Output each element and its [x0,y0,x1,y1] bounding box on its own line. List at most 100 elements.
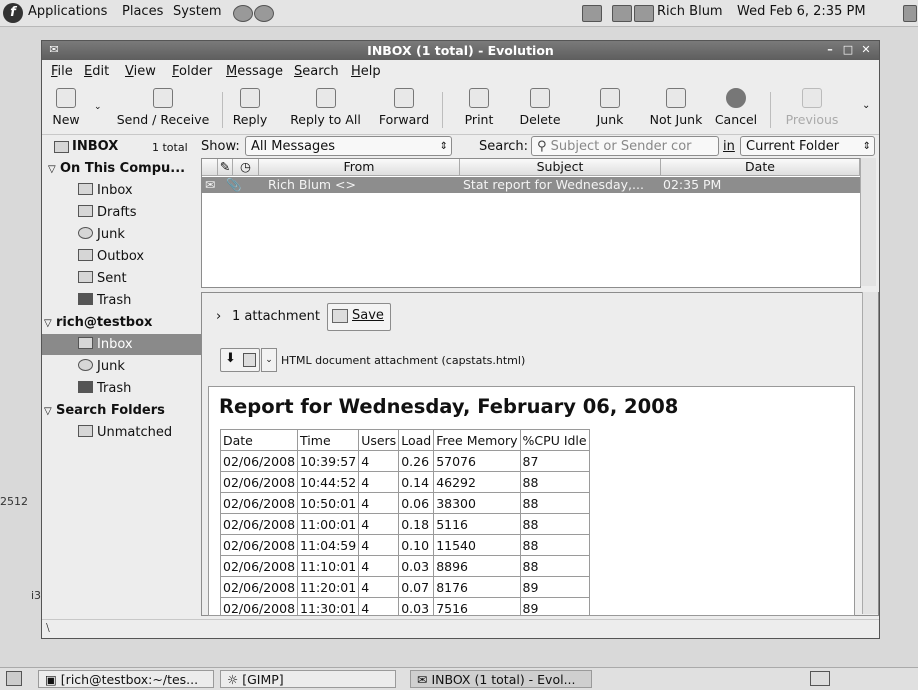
menu-search[interactable]: Search [294,64,339,79]
read-status-icon[interactable]: ✉ [205,177,215,193]
preview-pane: › 1 attachment Save ⬇ ⌄ HTML document at… [201,292,879,616]
gimp-icon: ☼ [227,672,239,687]
previous-button[interactable]: Previous [782,88,842,132]
menu-file[interactable]: File [51,64,73,79]
clock[interactable]: Wed Feb 6, 2:35 PM [737,4,866,19]
show-desktop-icon[interactable] [6,671,22,686]
forward-button[interactable]: Forward [374,88,434,132]
search-binoculars-icon[interactable]: ⚲ [537,139,547,154]
subject-column-header[interactable]: Subject [460,159,661,176]
title-bar[interactable]: ✉ INBOX (1 total) - Evolution – □ ✕ [42,41,879,60]
table-cell: 0.07 [398,576,435,598]
table-cell: 10:50:01 [297,492,360,514]
menu-edit[interactable]: Edit [84,64,109,79]
table-cell: 88 [519,555,590,577]
table-cell: 0.06 [398,492,435,514]
table-cell: 11:10:01 [297,555,360,577]
save-attachment-button[interactable]: Save [327,303,391,331]
table-header-cell: Free Memory [433,429,521,451]
folder-group-search-folders[interactable]: ▽ Search Folders [42,400,196,421]
reply-all-icon [315,88,336,108]
message-row[interactable]: ✉ 📎 Rich Blum <> Stat report for Wednesd… [202,177,860,193]
collapse-triangle-icon[interactable]: ▽ [48,159,60,180]
user-name[interactable]: Rich Blum [657,4,723,19]
menu-view[interactable]: View [125,64,156,79]
table-cell: 4 [358,597,400,615]
system-menu[interactable]: System [173,4,221,19]
menu-help[interactable]: Help [351,64,381,79]
inbox-icon [78,337,93,349]
attachment-column-header[interactable]: ✎ [218,159,233,176]
message-list-scrollbar[interactable] [860,158,876,286]
network-icon[interactable] [612,5,632,22]
menu-message[interactable]: Message [226,64,283,79]
taskbar-item-evolution[interactable]: ✉ INBOX (1 total) - Evol... [410,670,592,688]
not-junk-button[interactable]: Not Junk [646,88,706,132]
reply-button[interactable]: Reply [230,88,270,132]
close-icon[interactable]: ✕ [858,43,874,57]
document-icon [243,353,256,367]
new-button[interactable]: New [46,88,86,132]
table-cell: 02/06/2008 [219,534,299,556]
folder-group-rich-testbox[interactable]: ▽ rich@testbox [42,312,196,333]
show-label: Show: [201,139,240,154]
search-scope-select[interactable]: Current Folder ⇕ [740,136,875,156]
table-cell: 46292 [433,471,521,493]
menu-folder[interactable]: Folder [172,64,212,79]
toolbar-overflow-icon[interactable]: ⌄ [862,100,870,111]
window-title: INBOX (1 total) - Evolution [367,43,554,58]
date-column-header[interactable]: Date [661,159,860,176]
applications-menu[interactable]: Applications [28,4,107,19]
preview-scrollbar[interactable] [862,292,878,614]
sent-icon [78,271,93,283]
search-input[interactable]: ⚲ Subject or Sender cor [531,136,719,156]
save-icon [332,309,348,323]
volume-icon[interactable] [903,5,917,22]
taskbar-item-gimp[interactable]: ☼ [GIMP] [220,670,396,688]
places-menu[interactable]: Places [122,4,163,19]
table-cell: 02/06/2008 [219,597,299,615]
new-dropdown-icon[interactable]: ⌄ [94,102,102,112]
online-status-icon[interactable]: ⧵ [46,621,50,636]
table-cell: 0.03 [398,555,435,577]
junk-icon [600,88,620,108]
table-cell: 10:39:57 [297,450,360,472]
table-cell: 11:00:01 [297,513,360,535]
browser-launcher-icon[interactable] [233,5,253,22]
attachment-menu-button[interactable]: ⌄ [261,348,277,372]
table-cell: 38300 [433,492,521,514]
attachment-expander-icon[interactable]: › [216,309,221,324]
reply-icon [240,88,260,108]
folder-group-on-this-computer[interactable]: ▽ On This Compu... [42,158,200,179]
minimize-icon[interactable]: – [822,43,838,57]
delete-button[interactable]: Delete [517,88,563,132]
user-icon[interactable] [634,5,654,22]
send-receive-button[interactable]: Send / Receive [108,88,218,132]
table-header-cell: Load [398,429,435,451]
from-column-header[interactable]: From [259,159,460,176]
workspace-switcher[interactable] [810,671,830,686]
email-launcher-icon[interactable] [254,5,274,22]
stats-table: Date Time Users Load Free Memory %CPU Idle 02/… [219,429,590,615]
message-from: Rich Blum <> [268,177,356,192]
attachment-count: 1 attachment [232,309,320,324]
collapse-triangle-icon[interactable]: ▽ [44,401,56,422]
drafts-icon [78,205,93,217]
show-filter-select[interactable]: All Messages ⇕ [245,136,452,156]
table-cell: 10:44:52 [297,471,360,493]
print-button[interactable]: Print [462,88,496,132]
attachment-actions-button[interactable]: ⬇ [220,348,260,372]
fedora-logo-icon[interactable]: f [3,3,23,23]
cancel-button[interactable]: Cancel [711,88,761,132]
maximize-icon[interactable]: □ [840,43,856,57]
flag-column-header[interactable]: ◷ [233,159,259,176]
collapse-triangle-icon[interactable]: ▽ [44,313,56,334]
notes-icon[interactable] [582,5,602,22]
table-row: 02/06/2008 11:30:01 4 0.03 7516 89 [219,597,590,615]
junk-button[interactable]: Junk [594,88,626,132]
folder-header-title: INBOX [72,139,119,154]
reply-all-button[interactable]: Reply to All [279,88,372,132]
taskbar-item-terminal[interactable]: ▣ [rich@testbox:~/tes... [38,670,214,688]
status-column-header[interactable] [202,159,218,176]
outbox-icon [78,249,93,261]
